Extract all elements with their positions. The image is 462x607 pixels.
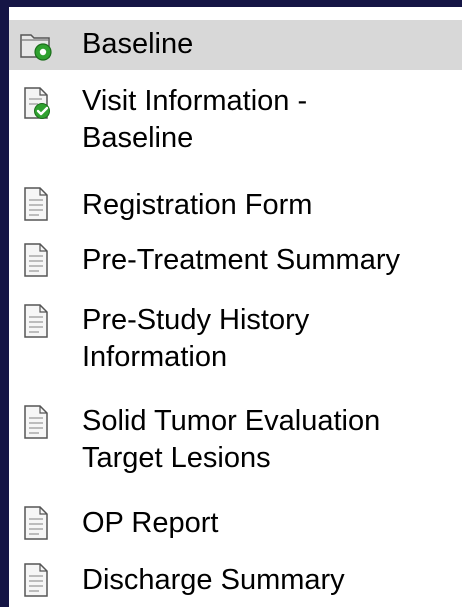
- checked-document-icon: [18, 85, 54, 121]
- tree-item-label: Visit Information - Baseline: [82, 85, 308, 154]
- tree-item-label: OP Report: [82, 507, 219, 539]
- tree-item-visit-information-baseline[interactable]: Visit Information - Baseline: [9, 77, 462, 165]
- document-icon: [18, 404, 54, 440]
- tree-item-pre-treatment-summary[interactable]: Pre-Treatment Summary: [9, 236, 462, 286]
- tree-item-label: Discharge Summary: [82, 564, 345, 596]
- document-icon: [18, 242, 54, 278]
- tree-item-solid-tumor-evaluation-target-lesions[interactable]: Solid Tumor Evaluation Target Lesions: [9, 398, 462, 486]
- tree-item-baseline[interactable]: Baseline: [9, 20, 462, 70]
- folder-icon: [18, 27, 54, 63]
- document-icon: [18, 562, 54, 598]
- document-icon: [18, 186, 54, 222]
- document-icon: [18, 303, 54, 339]
- tree-item-pre-study-history-information[interactable]: Pre-Study History Information: [9, 297, 462, 385]
- window-frame-top: [0, 0, 462, 7]
- tree-item-label: Pre-Study History Information: [82, 304, 310, 373]
- tree-item-label: Pre-Treatment Summary: [82, 244, 400, 276]
- document-icon: [18, 505, 54, 541]
- tree-item-op-report[interactable]: OP Report: [9, 499, 462, 549]
- tree-item-registration-form[interactable]: Registration Form: [9, 180, 462, 230]
- tree-item-label: Registration Form: [82, 189, 313, 221]
- form-tree: Baseline Visit Information - Baseline Re…: [9, 7, 462, 607]
- tree-item-discharge-summary[interactable]: Discharge Summary: [9, 554, 462, 607]
- tree-item-label: Baseline: [82, 28, 194, 60]
- tree-item-label: Solid Tumor Evaluation Target Lesions: [82, 405, 381, 474]
- window-frame-left: [0, 0, 9, 607]
